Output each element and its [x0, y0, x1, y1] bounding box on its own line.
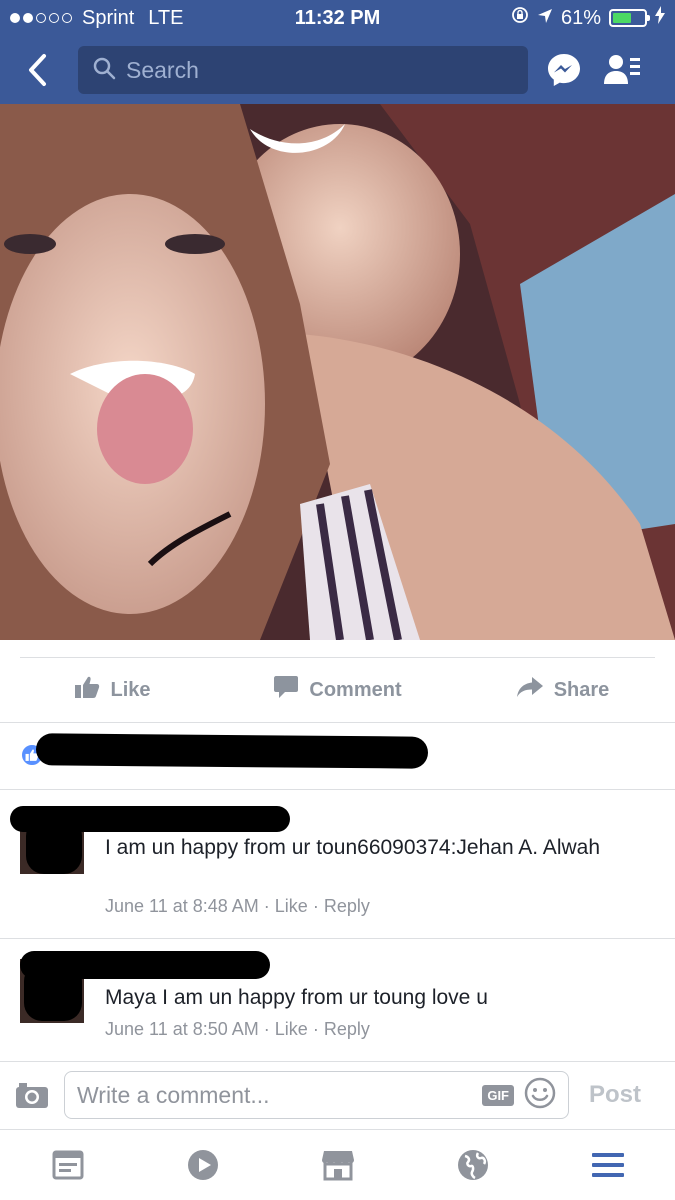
video-icon[interactable] [135, 1130, 270, 1200]
gif-button[interactable]: GIF [482, 1084, 514, 1106]
like-button[interactable]: Like [0, 675, 225, 705]
comment-button[interactable]: Comment [225, 675, 450, 705]
comment-meta: June 11 at 8:50 AM · Like · Reply [105, 1019, 370, 1040]
signal-strength-icon [10, 13, 72, 23]
meta-dot: · [312, 896, 324, 916]
marketplace-icon[interactable] [270, 1130, 405, 1200]
friend-requests-icon[interactable] [600, 48, 644, 92]
charging-bolt-icon [655, 6, 665, 30]
thumbs-up-icon [74, 675, 100, 705]
camera-icon[interactable] [14, 1077, 50, 1113]
comment-meta: June 11 at 8:48 AM · Like · Reply [105, 896, 370, 917]
status-bar: Sprint LTE 11:32 PM 61% [0, 0, 675, 36]
comment-item: Maya I am un happy from ur toung love u … [0, 939, 675, 1061]
reactions-summary[interactable] [0, 723, 675, 789]
menu-icon[interactable] [540, 1130, 675, 1200]
redaction-mark [35, 733, 429, 769]
emoji-icon[interactable] [524, 1077, 556, 1114]
comment-reply-link[interactable]: Reply [324, 896, 370, 916]
back-chevron-icon[interactable] [14, 45, 60, 95]
notifications-globe-icon[interactable] [405, 1130, 540, 1200]
photo-illustration [0, 104, 675, 640]
messenger-icon[interactable] [542, 48, 586, 92]
post-button[interactable]: Post [589, 1081, 641, 1109]
battery-percent: 61% [560, 6, 601, 29]
carrier-name: Sprint [82, 6, 135, 29]
meta-dot: · [263, 896, 275, 916]
comment-text: I am un happy from ur toun66090374:Jehan… [105, 836, 601, 859]
like-label: Like [110, 678, 151, 701]
battery-icon [609, 9, 650, 27]
comment-composer: Write a comment... GIF Post [0, 1062, 675, 1128]
comment-placeholder: Write a comment... [77, 1081, 270, 1108]
location-arrow-icon [537, 7, 553, 30]
comment-item: I am un happy from ur toun66090374:Jehan… [0, 790, 675, 938]
comment-reply-link[interactable]: Reply [324, 1019, 370, 1039]
share-arrow-icon [516, 676, 544, 704]
share-button[interactable]: Share [450, 676, 675, 704]
status-time: 11:32 PM [294, 6, 381, 29]
search-icon [92, 56, 116, 85]
rotation-lock-icon [511, 6, 529, 30]
comment-label: Comment [309, 678, 402, 701]
search-placeholder: Search [126, 56, 199, 83]
comment-input[interactable]: Write a comment... GIF [64, 1071, 569, 1119]
comment-text: Maya I am un happy from ur toung love u [105, 986, 488, 1009]
post-photo[interactable] [0, 104, 675, 640]
redaction-mark [10, 806, 290, 832]
search-input[interactable]: Search [78, 46, 528, 94]
comment-timestamp: June 11 at 8:50 AM [105, 1019, 259, 1039]
tab-bar [0, 1129, 675, 1200]
comment-timestamp: June 11 at 8:48 AM [105, 896, 259, 916]
share-label: Share [553, 678, 610, 701]
speech-bubble-icon [273, 675, 299, 705]
redaction-mark [20, 951, 270, 979]
comment-like-link[interactable]: Like [275, 1019, 308, 1039]
post-actions: Like Comment Share [0, 658, 675, 722]
meta-dot: · [263, 1019, 275, 1039]
news-feed-icon[interactable] [0, 1130, 135, 1200]
status-left: Sprint LTE [10, 7, 260, 30]
meta-dot: · [312, 1019, 324, 1039]
battery-fill [613, 13, 632, 23]
status-right: 61% [415, 6, 665, 30]
network-type: LTE [148, 6, 184, 29]
nav-bar: Search [0, 36, 675, 104]
comment-like-link[interactable]: Like [275, 896, 308, 916]
